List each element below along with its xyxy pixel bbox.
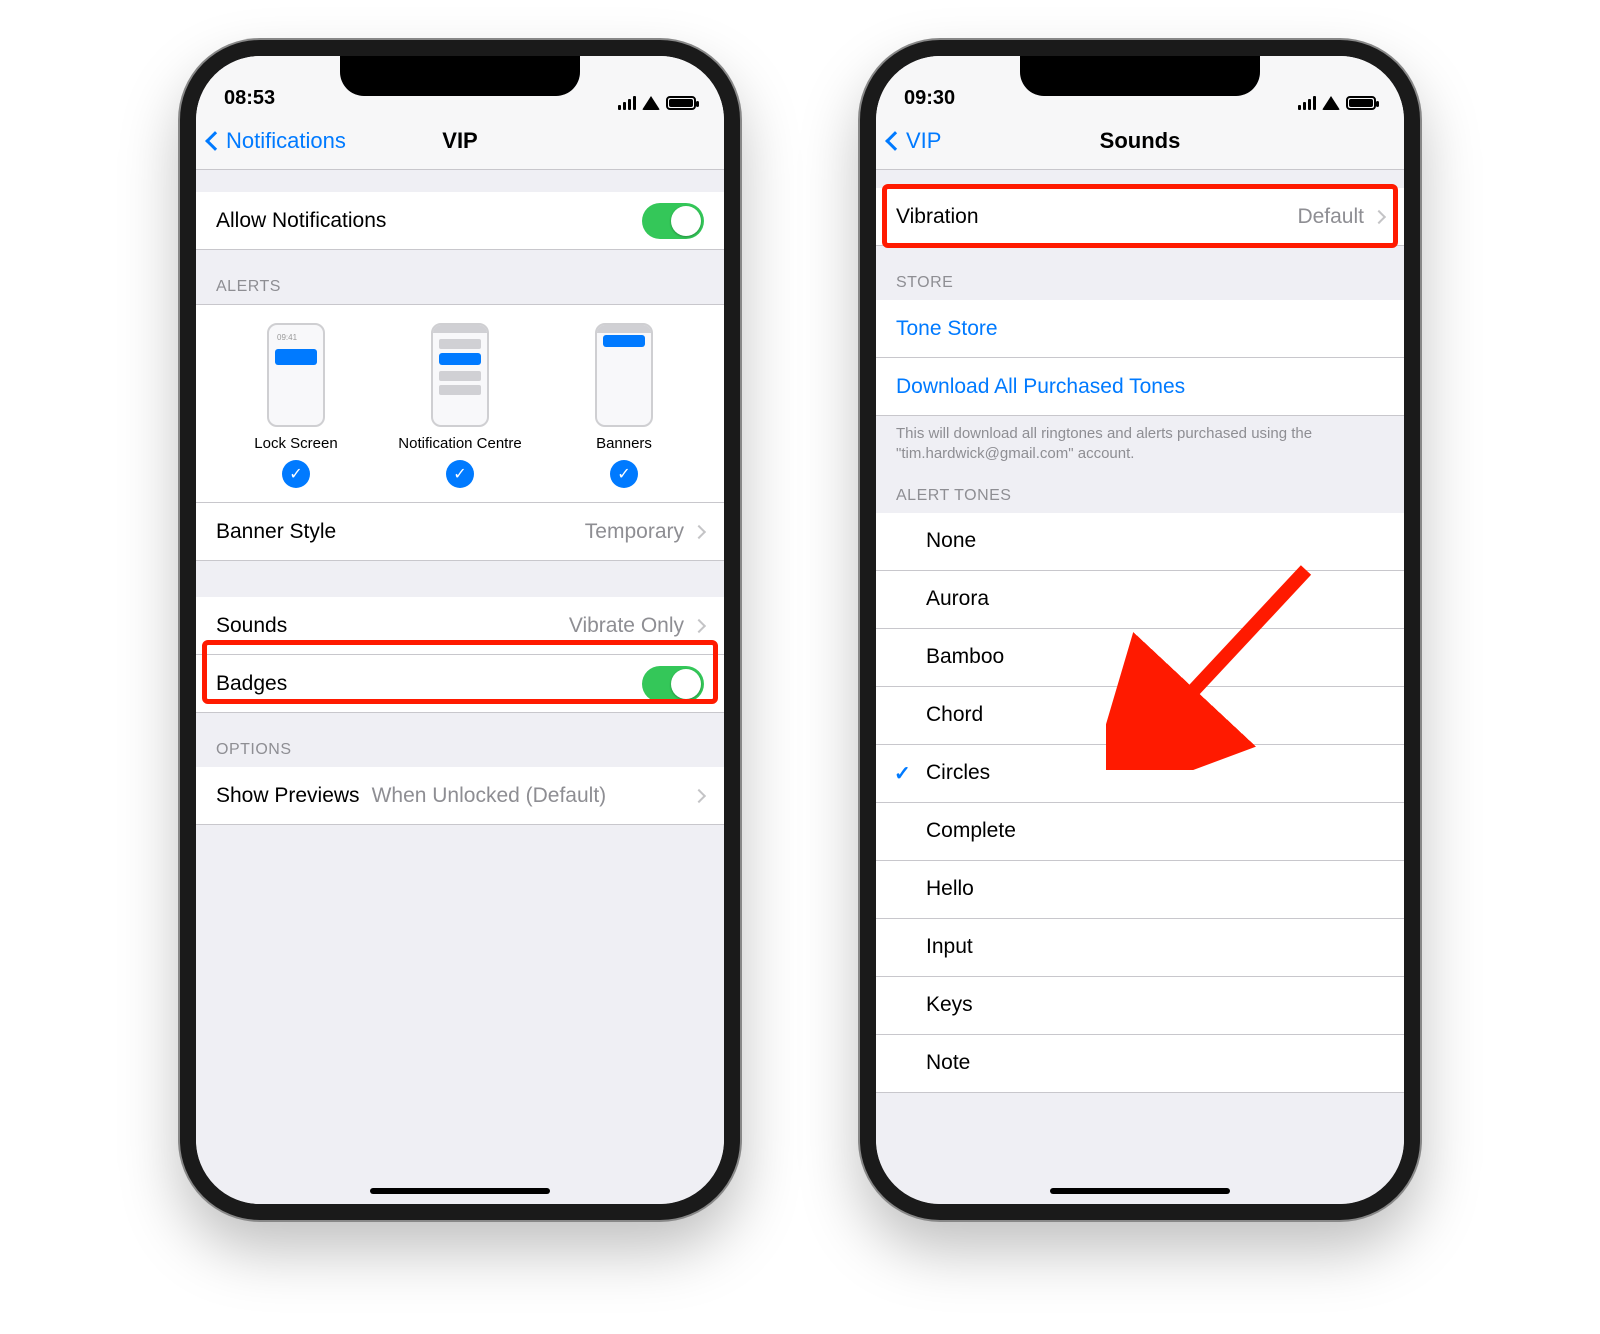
alert-option-banners[interactable]: Banners ✓ <box>542 323 706 488</box>
wifi-icon <box>642 96 660 110</box>
back-label: Notifications <box>226 128 346 154</box>
checkmark-circle-icon: ✓ <box>282 460 310 488</box>
nav-bar: Notifications VIP <box>196 112 724 170</box>
row-banner-style[interactable]: Banner Style Temporary <box>196 503 724 561</box>
row-allow-notifications[interactable]: Allow Notifications <box>196 192 724 250</box>
tone-row[interactable]: None <box>876 513 1404 571</box>
chevron-left-icon <box>885 131 905 151</box>
status-time: 08:53 <box>224 87 275 110</box>
tone-row[interactable]: Bamboo <box>876 629 1404 687</box>
section-footer-store: This will download all ringtones and ale… <box>876 416 1404 469</box>
battery-icon <box>666 96 696 110</box>
banners-preview-icon <box>595 323 653 427</box>
back-label: VIP <box>906 128 941 154</box>
tone-label: None <box>926 529 1384 553</box>
row-label: Tone Store <box>896 317 998 341</box>
alert-option-label: Notification Centre <box>398 435 521 452</box>
nav-bar: VIP Sounds <box>876 112 1404 170</box>
tone-row[interactable]: Hello <box>876 861 1404 919</box>
chevron-right-icon <box>692 618 706 632</box>
alert-option-lockscreen[interactable]: 09:41 Lock Screen ✓ <box>214 323 378 488</box>
alert-option-label: Banners <box>596 435 652 452</box>
status-icons <box>618 96 696 110</box>
wifi-icon <box>1322 96 1340 110</box>
row-label: Allow Notifications <box>216 209 642 233</box>
section-header-options: OPTIONS <box>196 713 724 767</box>
row-download-all-tones[interactable]: Download All Purchased Tones <box>876 358 1404 416</box>
row-value: Vibrate Only <box>569 614 684 638</box>
alert-option-label: Lock Screen <box>254 435 337 452</box>
tone-label: Bamboo <box>926 645 1384 669</box>
phone-left: 08:53 Notifications VIP Allow Notificati… <box>180 40 740 1220</box>
row-value: Default <box>1297 205 1364 229</box>
screen-right: 09:30 VIP Sounds Vibration Default STORE <box>876 56 1404 1204</box>
tone-label: Note <box>926 1051 1384 1075</box>
row-label: Download All Purchased Tones <box>896 375 1185 399</box>
tone-label: Input <box>926 935 1384 959</box>
row-label: Show Previews <box>216 784 360 808</box>
toggle-on-icon[interactable] <box>642 666 704 702</box>
tone-row[interactable]: Complete <box>876 803 1404 861</box>
tone-label: Complete <box>926 819 1384 843</box>
cellular-icon <box>618 96 636 110</box>
tone-label: Hello <box>926 877 1384 901</box>
tone-row[interactable]: Keys <box>876 977 1404 1035</box>
row-label: Banner Style <box>216 520 585 544</box>
tone-label: Keys <box>926 993 1384 1017</box>
row-show-previews[interactable]: Show Previews When Unlocked (Default) <box>196 767 724 825</box>
content-left: Allow Notifications ALERTS 09:41 Lock Sc… <box>196 170 724 1204</box>
home-indicator <box>370 1188 550 1194</box>
toggle-on-icon[interactable] <box>642 203 704 239</box>
content-right: Vibration Default STORE Tone Store Downl… <box>876 170 1404 1204</box>
section-header-alerts: ALERTS <box>196 250 724 304</box>
section-header-alert-tones: ALERT TONES <box>876 469 1404 513</box>
cellular-icon <box>1298 96 1316 110</box>
notch <box>340 56 580 96</box>
battery-icon <box>1346 96 1376 110</box>
row-sounds[interactable]: Sounds Vibrate Only <box>196 597 724 655</box>
row-value: Temporary <box>585 520 684 544</box>
tone-label: Chord <box>926 703 1384 727</box>
tone-label: Circles <box>926 761 1384 785</box>
chevron-right-icon <box>692 788 706 802</box>
screen-left: 08:53 Notifications VIP Allow Notificati… <box>196 56 724 1204</box>
checkmark-circle-icon: ✓ <box>610 460 638 488</box>
chevron-left-icon <box>205 131 225 151</box>
row-label: Vibration <box>896 205 1297 229</box>
phone-right: 09:30 VIP Sounds Vibration Default STORE <box>860 40 1420 1220</box>
notch <box>1020 56 1260 96</box>
back-button[interactable]: VIP <box>882 112 941 169</box>
row-value: When Unlocked (Default) <box>372 784 684 808</box>
tone-row[interactable]: Chord <box>876 687 1404 745</box>
row-label: Badges <box>216 672 642 696</box>
notification-centre-preview-icon <box>431 323 489 427</box>
tone-label: Aurora <box>926 587 1384 611</box>
tone-row[interactable]: Aurora <box>876 571 1404 629</box>
checkmark-circle-icon: ✓ <box>446 460 474 488</box>
status-time: 09:30 <box>904 87 955 110</box>
tone-row[interactable]: Input <box>876 919 1404 977</box>
chevron-right-icon <box>692 524 706 538</box>
nav-title: VIP <box>442 128 477 154</box>
row-tone-store[interactable]: Tone Store <box>876 300 1404 358</box>
section-header-store: STORE <box>876 246 1404 300</box>
back-button[interactable]: Notifications <box>202 112 346 169</box>
alert-option-notification-centre[interactable]: Notification Centre ✓ <box>378 323 542 488</box>
row-badges[interactable]: Badges <box>196 655 724 713</box>
nav-title: Sounds <box>1100 128 1181 154</box>
tone-row-selected[interactable]: ✓ Circles <box>876 745 1404 803</box>
checkmark-icon: ✓ <box>894 761 911 786</box>
row-label: Sounds <box>216 614 569 638</box>
status-icons <box>1298 96 1376 110</box>
tone-row[interactable]: Note <box>876 1035 1404 1093</box>
home-indicator <box>1050 1188 1230 1194</box>
row-vibration[interactable]: Vibration Default <box>876 188 1404 246</box>
alerts-style-card: 09:41 Lock Screen ✓ Notification Centre … <box>196 304 724 503</box>
chevron-right-icon <box>1372 209 1386 223</box>
lockscreen-preview-icon: 09:41 <box>267 323 325 427</box>
